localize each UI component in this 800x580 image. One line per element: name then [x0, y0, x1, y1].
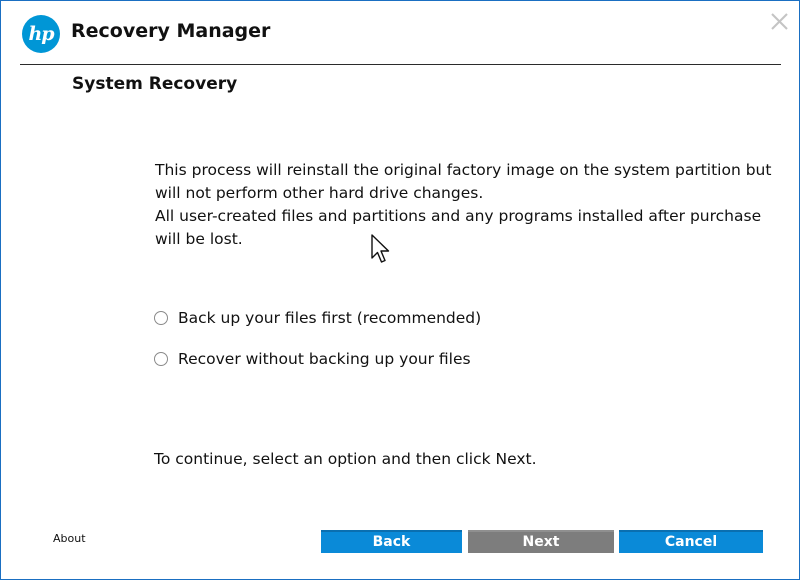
description-line: will not perform other hard drive change… — [155, 184, 484, 202]
close-button[interactable] — [767, 9, 793, 35]
header-divider — [20, 64, 781, 65]
description-paragraph-1: This process will reinstall the original… — [155, 159, 772, 205]
radio-recover-without-backup[interactable] — [154, 352, 168, 366]
about-link[interactable]: About — [53, 532, 86, 545]
page-title: System Recovery — [72, 74, 238, 94]
recovery-manager-window: hp Recovery Manager System Recovery This… — [0, 0, 800, 580]
next-button[interactable]: Next — [468, 530, 614, 553]
description-line: This process will reinstall the original… — [155, 161, 772, 179]
description-line: All user-created files and partitions an… — [155, 207, 762, 225]
hp-logo-text: hp — [28, 23, 54, 45]
option-label: Recover without backing up your files — [178, 350, 471, 368]
close-icon — [771, 13, 788, 30]
cancel-button[interactable]: Cancel — [619, 530, 763, 553]
instruction-text: To continue, select an option and then c… — [154, 450, 537, 468]
description-line: will be lost. — [155, 230, 243, 248]
radio-backup-first[interactable] — [154, 311, 168, 325]
option-recover-without-backup[interactable]: Recover without backing up your files — [154, 347, 471, 371]
back-button[interactable]: Back — [321, 530, 462, 553]
description-paragraph-2: All user-created files and partitions an… — [155, 205, 762, 251]
option-backup-first[interactable]: Back up your files first (recommended) — [154, 306, 481, 330]
mouse-pointer-icon — [371, 234, 390, 263]
option-label: Back up your files first (recommended) — [178, 309, 482, 327]
hp-logo-icon: hp — [22, 15, 60, 53]
app-title: Recovery Manager — [71, 20, 271, 42]
